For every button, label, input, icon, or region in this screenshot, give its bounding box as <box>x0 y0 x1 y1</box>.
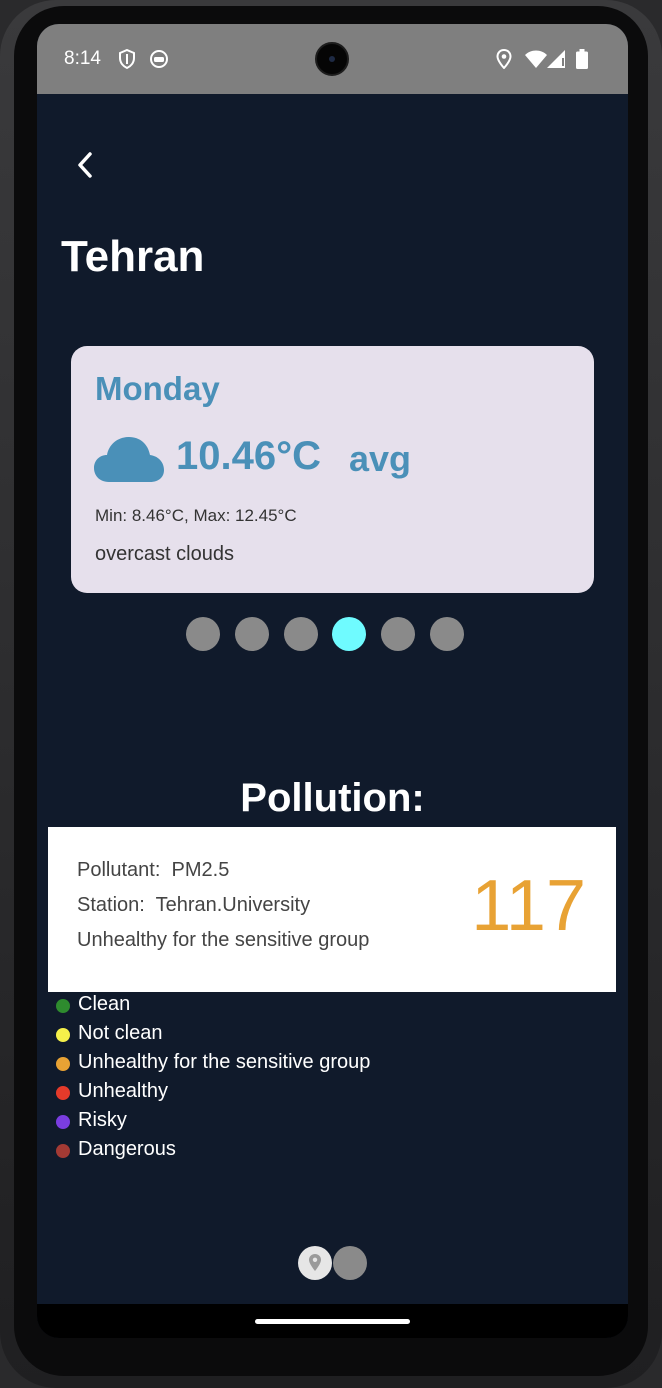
pollution-heading: Pollution: <box>240 776 425 820</box>
front-camera <box>315 42 349 76</box>
app-notification-icon <box>149 49 169 74</box>
legend-dot <box>56 999 70 1013</box>
legend-dot <box>56 1144 70 1158</box>
weather-description: overcast clouds <box>95 543 234 565</box>
bottom-page-tabs <box>298 1246 368 1280</box>
pager-dot[interactable] <box>430 617 464 651</box>
legend-label: Unhealthy for the sensitive group <box>78 1051 371 1073</box>
wifi-icon <box>524 49 548 74</box>
station-value: Tehran.University <box>155 894 311 916</box>
legend-dot <box>56 1086 70 1100</box>
pager-dot[interactable] <box>235 617 269 651</box>
back-button[interactable] <box>71 148 101 182</box>
system-navigation-bar <box>37 1304 628 1338</box>
pollution-card[interactable]: Pollutant: PM2.5 Station: Tehran.Univers… <box>48 827 616 992</box>
tab-second-page[interactable] <box>333 1246 367 1280</box>
location-icon <box>496 48 512 74</box>
station-label: Station: <box>77 894 145 916</box>
aqi-value: 117 <box>471 866 586 946</box>
pager-dot[interactable] <box>186 617 220 651</box>
legend-label: Risky <box>78 1109 127 1131</box>
chevron-left-icon <box>78 152 92 178</box>
city-title: Tehran <box>61 232 205 281</box>
legend-label: Dangerous <box>78 1138 176 1160</box>
pollutant-value: PM2.5 <box>171 859 230 881</box>
home-gesture-handle[interactable] <box>255 1319 410 1324</box>
legend-dot <box>56 1115 70 1129</box>
pager-dot[interactable] <box>381 617 415 651</box>
shield-icon <box>118 48 136 74</box>
legend-label: Clean <box>78 993 131 1015</box>
cloud-icon <box>94 437 164 482</box>
legend-label: Unhealthy <box>78 1080 169 1102</box>
tab-location[interactable] <box>298 1246 332 1280</box>
min-max-temperature: Min: 8.46°C, Max: 12.45°C <box>95 506 297 525</box>
battery-icon <box>576 49 588 74</box>
pollutant-label: Pollutant: <box>77 859 161 881</box>
weather-card[interactable]: Monday 10.46°C avg Min: 8.46°C, Max: 12.… <box>71 346 594 593</box>
legend-dot <box>56 1028 70 1042</box>
legend-dot <box>56 1057 70 1071</box>
pollutant-row: Pollutant: PM2.5 <box>77 859 229 882</box>
avg-label: avg <box>349 438 412 479</box>
temperature-value: 10.46°C <box>176 434 321 478</box>
station-row: Station: Tehran.University <box>77 894 310 917</box>
legend-label: Not clean <box>78 1022 163 1044</box>
status-time: 8:14 <box>64 48 101 69</box>
app-screen: 8:14 Tehran Monday 10.46°C avg Min: 8.46… <box>37 24 628 1338</box>
pollution-status: Unhealthy for the sensitive group <box>77 929 370 951</box>
location-pin-icon <box>309 1254 321 1271</box>
pager-dot[interactable] <box>284 617 318 651</box>
status-bar: 8:14 <box>37 24 628 94</box>
pager-dot-active[interactable] <box>332 617 366 651</box>
day-label: Monday <box>95 370 220 407</box>
signal-icon <box>546 49 566 74</box>
